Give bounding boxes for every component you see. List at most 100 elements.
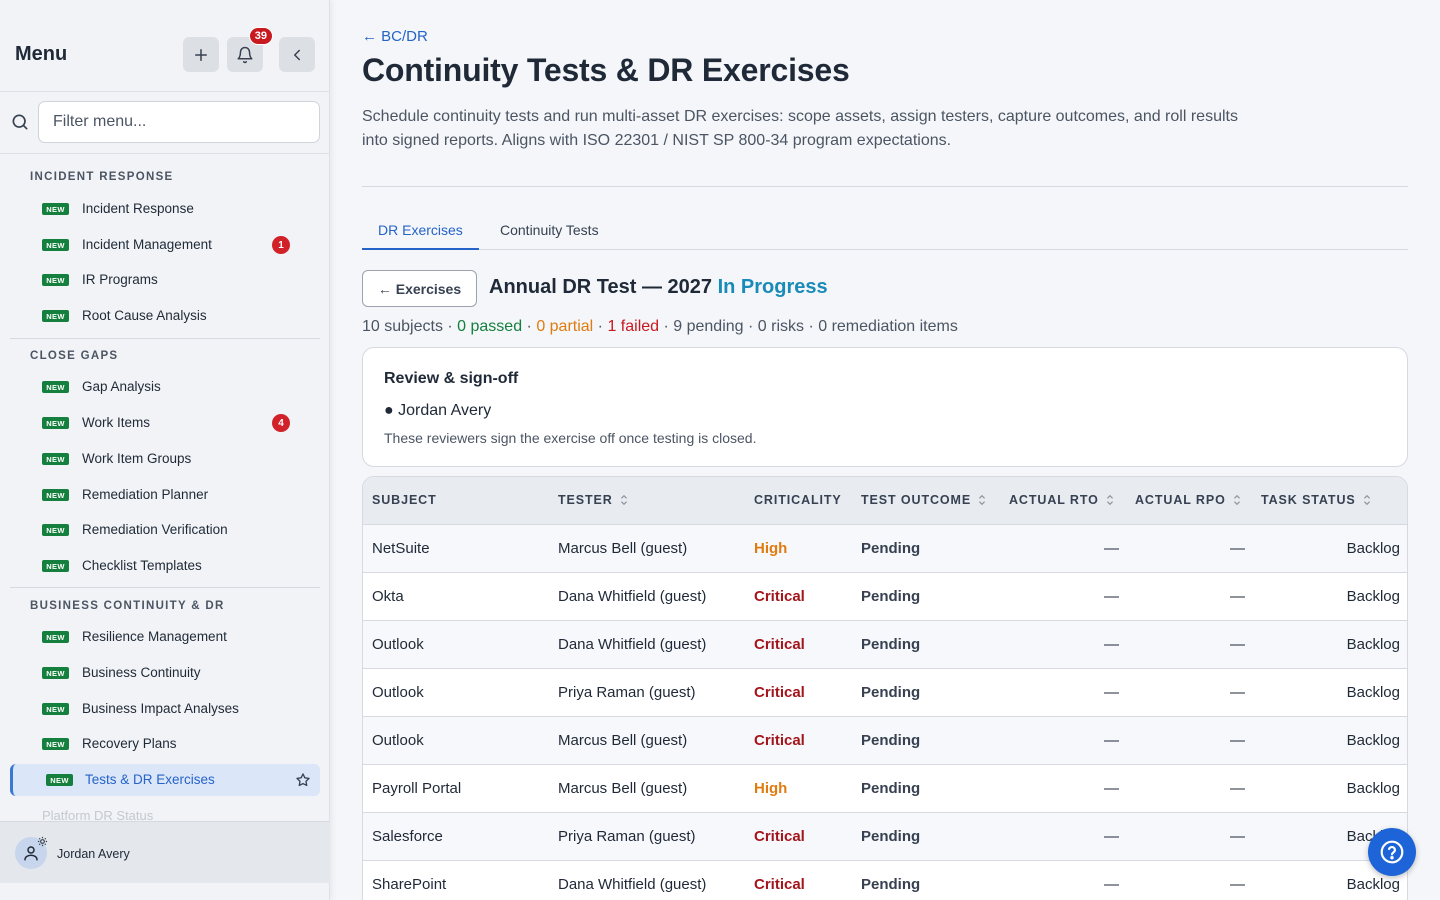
- cell-actual-rto: —: [1104, 588, 1119, 605]
- stat-separator: ·: [593, 318, 608, 335]
- table-row[interactable]: Payroll Portal Marcus Bell (guest) High …: [363, 765, 1407, 813]
- cell-tester: Marcus Bell (guest): [558, 732, 688, 749]
- star-icon[interactable]: [295, 772, 311, 788]
- table-row[interactable]: Outlook Dana Whitfield (guest) Critical …: [363, 621, 1407, 669]
- new-badge: NEW: [42, 560, 69, 572]
- cell-subject: SharePoint: [372, 876, 447, 893]
- sort-icon: [1363, 494, 1370, 506]
- sidebar-item-work-items[interactable]: NEW Work Items 4: [10, 407, 320, 439]
- sidebar-item-label: IR Programs: [82, 272, 158, 287]
- stat-risks: 0 risks: [757, 318, 805, 335]
- sidebar-item-label: Work Items: [82, 415, 151, 430]
- collapse-sidebar-button[interactable]: [279, 37, 315, 72]
- table-row[interactable]: Outlook Priya Raman (guest) Critical Pen…: [363, 669, 1407, 717]
- sidebar-item-incident-response[interactable]: NEW Incident Response: [10, 193, 320, 225]
- new-badge: NEW: [42, 417, 69, 429]
- sidebar-item-gap-analysis[interactable]: NEW Gap Analysis: [10, 371, 320, 403]
- gear-icon: [37, 836, 48, 847]
- cell-task-status: Backlog: [1346, 732, 1400, 749]
- sidebar-item-checklist-templates[interactable]: NEW Checklist Templates: [10, 550, 320, 582]
- notification-count-badge: 39: [248, 27, 273, 45]
- cell-actual-rto: —: [1104, 540, 1119, 557]
- stat-subjects: 10 subjects: [362, 318, 443, 335]
- table-row[interactable]: Okta Dana Whitfield (guest) Critical Pen…: [363, 573, 1407, 621]
- new-badge: NEW: [42, 453, 69, 465]
- table-row[interactable]: Salesforce Priya Raman (guest) Critical …: [363, 813, 1407, 861]
- column-header-tester[interactable]: TESTER: [558, 493, 629, 507]
- sidebar-item-business-impact-analyses[interactable]: NEW Business Impact Analyses: [10, 693, 320, 725]
- sidebar-item-work-item-groups[interactable]: NEW Work Item Groups: [10, 443, 320, 475]
- new-badge: NEW: [42, 274, 69, 286]
- stat-separator: ·: [442, 318, 458, 335]
- stat-passed: 0 passed: [457, 318, 523, 335]
- sidebar-item-ir-programs[interactable]: NEW IR Programs: [10, 264, 320, 296]
- cell-test-outcome: Pending: [861, 588, 921, 605]
- exercise-name: Annual DR Test — 2027: [489, 276, 713, 298]
- section-label-incident-response: INCIDENT RESPONSE: [30, 171, 174, 183]
- cell-task-status: Backlog: [1346, 684, 1400, 701]
- sidebar-item-resilience-management[interactable]: NEW Resilience Management: [10, 621, 320, 653]
- cell-criticality: Critical: [754, 588, 805, 605]
- cell-actual-rpo: —: [1230, 684, 1245, 701]
- cell-test-outcome: Pending: [861, 684, 921, 701]
- sidebar-item-remediation-verification[interactable]: NEW Remediation Verification: [10, 514, 320, 546]
- sidebar-item-label: Gap Analysis: [82, 379, 161, 394]
- cell-task-status: Backlog: [1346, 636, 1400, 653]
- table-row[interactable]: Outlook Marcus Bell (guest) Critical Pen…: [363, 717, 1407, 765]
- new-badge: NEW: [46, 774, 73, 786]
- stat-separator: ·: [743, 318, 758, 335]
- cell-test-outcome: Pending: [861, 780, 921, 797]
- tab-dr-exercises[interactable]: DR Exercises: [362, 212, 479, 250]
- cell-actual-rto: —: [1104, 780, 1119, 797]
- add-button[interactable]: [183, 37, 219, 72]
- review-signoff-card: Review & sign-off ● Jordan Avery These r…: [362, 347, 1408, 467]
- column-header-actual-rpo[interactable]: ACTUAL RPO: [1135, 493, 1242, 507]
- column-header-subject: SUBJECT: [372, 493, 437, 507]
- new-badge: NEW: [42, 203, 69, 215]
- column-header-test-outcome[interactable]: TEST OUTCOME: [861, 493, 987, 507]
- section-label-business-continuity-dr: BUSINESS CONTINUITY & DR: [30, 600, 225, 612]
- exercise-title: Annual DR Test — 2027 In Progress: [489, 276, 828, 299]
- sidebar-nav[interactable]: INCIDENT RESPONSE NEW Incident Response …: [0, 157, 330, 821]
- cell-criticality: High: [754, 540, 788, 557]
- cell-subject: Payroll Portal: [372, 780, 462, 797]
- sidebar-item-business-continuity[interactable]: NEW Business Continuity: [10, 657, 320, 689]
- cell-test-outcome: Pending: [861, 876, 921, 893]
- section-divider: [10, 338, 320, 339]
- sort-icon: [1106, 494, 1113, 506]
- page-description: Schedule continuity tests and run multi-…: [362, 108, 1238, 149]
- sidebar-item-label: Tests & DR Exercises: [85, 772, 215, 787]
- bell-icon: [237, 46, 253, 63]
- sidebar-item-label: Incident Management: [82, 237, 212, 252]
- table-row[interactable]: NetSuite Marcus Bell (guest) High Pendin…: [363, 525, 1407, 573]
- sort-icon: [1233, 494, 1240, 506]
- sidebar-item-platform-dr-status[interactable]: Platform DR Status: [42, 808, 153, 821]
- column-header-actual-rto[interactable]: ACTUAL RTO: [1009, 493, 1115, 507]
- cell-test-outcome: Pending: [861, 732, 921, 749]
- reviewer-name: ● Jordan Avery: [384, 402, 492, 419]
- sidebar-item-incident-management[interactable]: NEW Incident Management 1: [10, 229, 320, 261]
- sidebar-item-label: Incident Response: [82, 201, 194, 216]
- cell-actual-rpo: —: [1230, 828, 1245, 845]
- column-header-task-status[interactable]: TASK STATUS: [1261, 493, 1372, 507]
- sidebar-item-recovery-plans[interactable]: NEW Recovery Plans: [10, 728, 320, 760]
- notifications-button[interactable]: 39: [227, 27, 273, 72]
- help-button[interactable]: [1368, 828, 1416, 876]
- cell-actual-rpo: —: [1230, 732, 1245, 749]
- cell-criticality: Critical: [754, 636, 805, 653]
- filter-menu-input[interactable]: [38, 101, 320, 143]
- subjects-table: SUBJECT TESTER CRITICALITY TEST OUTCOME …: [362, 476, 1408, 900]
- cell-test-outcome: Pending: [861, 636, 921, 653]
- cell-tester: Marcus Bell (guest): [558, 780, 688, 797]
- back-to-exercises-button[interactable]: ← Exercises: [362, 270, 477, 307]
- breadcrumb-back-link[interactable]: ← BC/DR: [362, 28, 428, 45]
- sidebar-item-root-cause-analysis[interactable]: NEW Root Cause Analysis: [10, 300, 320, 332]
- sidebar-item-label: Resilience Management: [82, 629, 227, 644]
- sidebar-item-remediation-planner[interactable]: NEW Remediation Planner: [10, 479, 320, 511]
- tab-continuity-tests[interactable]: Continuity Tests: [484, 212, 615, 250]
- cell-task-status: Backlog: [1346, 876, 1400, 893]
- cell-criticality: High: [754, 780, 788, 797]
- sidebar-item-tests-dr-exercises[interactable]: NEW Tests & DR Exercises: [10, 764, 320, 796]
- table-row[interactable]: SharePoint Dana Whitfield (guest) Critic…: [363, 861, 1407, 900]
- plus-icon: [195, 48, 207, 61]
